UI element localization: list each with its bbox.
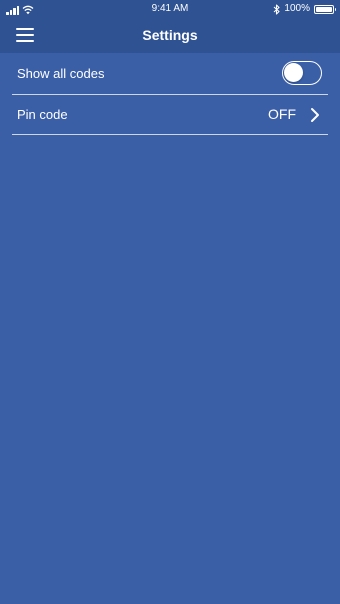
page-title: Settings	[142, 27, 198, 43]
pin-code-row[interactable]: Pin code OFF	[0, 95, 340, 135]
show-all-codes-label: Show all codes	[17, 66, 105, 81]
show-all-codes-toggle[interactable]	[282, 61, 322, 85]
toggle-knob	[284, 63, 303, 82]
chevron-right-icon	[311, 108, 319, 122]
battery-percent: 100%	[284, 3, 310, 14]
settings-list: Show all codes Pin code OFF	[0, 53, 340, 135]
bluetooth-icon	[274, 3, 280, 15]
nav-bar: Settings	[0, 18, 340, 53]
settings-screen: 9:41 AM 100% Settings Show all codes Pin…	[0, 0, 340, 604]
show-all-codes-row: Show all codes	[0, 53, 340, 95]
status-right: 100%	[273, 3, 336, 15]
battery-fill	[316, 6, 332, 12]
pin-code-label: Pin code	[17, 107, 68, 122]
pin-code-value: OFF	[268, 106, 296, 122]
battery-tip	[334, 7, 336, 11]
status-bar: 9:41 AM 100%	[0, 0, 340, 18]
battery-icon	[314, 4, 336, 14]
row-divider	[12, 134, 328, 135]
